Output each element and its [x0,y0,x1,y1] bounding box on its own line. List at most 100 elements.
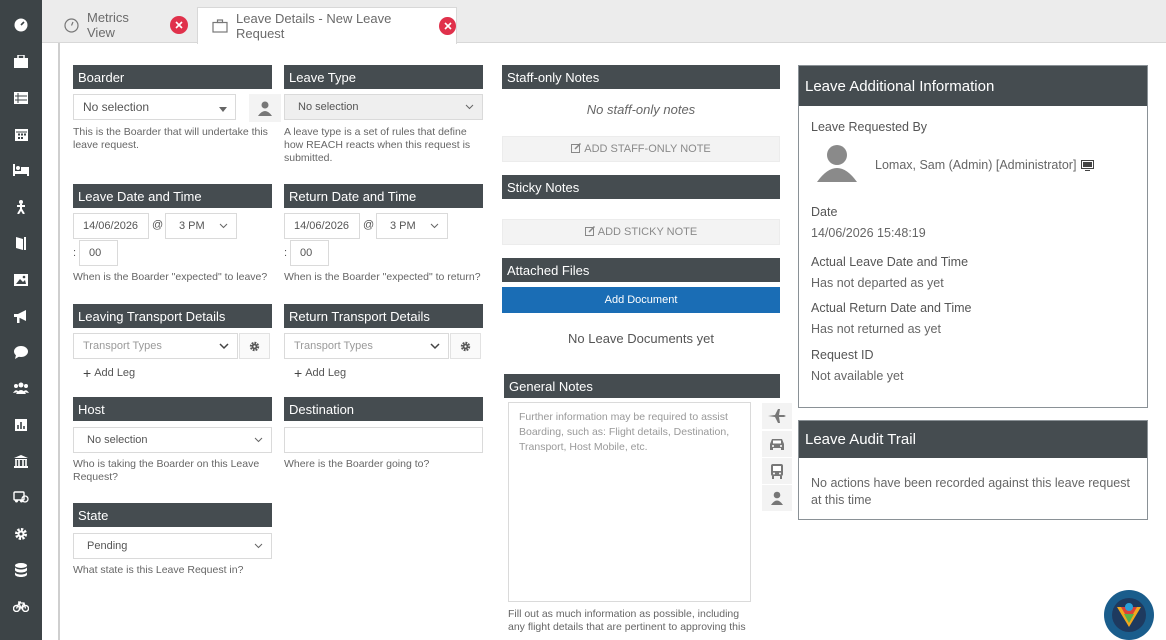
edit-icon [571,142,582,156]
bus-icon [771,463,783,479]
users-icon[interactable] [13,380,29,396]
staff-notes-header: Staff-only Notes [502,65,780,89]
attached-files-header: Attached Files [502,258,780,282]
database-icon[interactable] [13,562,29,578]
colon-label: : [73,247,77,259]
destination-header: Destination [284,397,483,421]
bed-icon[interactable] [13,162,29,178]
plane-icon [768,409,786,423]
leaving-add-leg-link[interactable]: + Add Leg [83,365,135,381]
add-document-button[interactable]: Add Document [502,287,780,313]
user-icon [258,101,272,116]
add-sticky-note-label: ADD STICKY NOTE [597,226,698,238]
host-header: Host [73,397,272,421]
requested-by-name: Lomax, Sam (Admin) [Administrator] [875,158,1077,172]
chat-icon[interactable] [13,344,29,360]
return-transport-select[interactable]: Transport Types [284,333,449,359]
caret-down-icon [219,102,227,116]
person-walking-icon[interactable] [13,199,29,215]
general-notes-textarea[interactable]: Further information may be required to a… [508,402,751,602]
avatar [817,144,857,185]
chevron-down-icon [219,221,228,233]
megaphone-icon[interactable] [13,308,29,324]
sidebar [0,0,42,640]
state-help: What state is this Leave Request in? [73,564,244,576]
table-icon[interactable] [13,90,29,106]
return-add-leg-link[interactable]: + Add Leg [294,365,346,381]
tab-metrics-view[interactable]: Metrics View [42,7,188,43]
colon-label: : [284,247,288,259]
bank-icon[interactable] [13,453,29,469]
requested-by: Lomax, Sam (Admin) [Administrator] [875,158,1095,172]
leave-minute-input[interactable]: 00 [79,240,118,266]
leaving-transport-select[interactable]: Transport Types [73,333,238,359]
bicycle-icon[interactable] [13,598,29,614]
boarder-help: This is the Boarder that will undertake … [73,126,268,151]
plus-icon: + [83,365,92,381]
edit-icon [584,225,595,239]
leaving-transport-settings-button[interactable] [239,333,270,359]
tab-bar: Metrics View Leave Details - New Leave R… [42,0,1166,44]
return-minute-input[interactable]: 00 [290,240,329,266]
audit-trail-panel: Leave Audit Trail No actions have been r… [798,420,1148,520]
general-notes-header: General Notes [504,374,780,398]
transport-icon[interactable] [13,489,29,505]
chevron-down-icon [430,341,440,353]
calendar-icon[interactable] [13,126,29,142]
tab-label: Metrics View [87,10,129,40]
leave-type-header: Leave Type [284,65,483,89]
chart-icon[interactable] [13,417,29,433]
leave-date-input[interactable]: 14/06/2026 [73,213,149,239]
return-transport-settings-button[interactable] [450,333,481,359]
add-staff-note-button[interactable]: ADD STAFF-ONLY NOTE [502,136,780,162]
request-id-label: Request ID [811,348,874,362]
tab-leave-details[interactable]: Leave Details - New Leave Request [197,7,457,44]
chevron-down-icon [430,221,439,233]
sticky-notes-header: Sticky Notes [502,175,780,199]
close-tab-icon[interactable] [439,17,456,35]
host-help: Who is taking the Boarder on this Leave … [73,458,260,483]
briefcase-icon[interactable] [13,53,29,69]
insert-bus-button[interactable] [762,458,792,484]
request-id-value: Not available yet [811,369,904,383]
audit-trail-text: No actions have been recorded against th… [811,476,1130,507]
boarder-select[interactable]: No selection [73,94,236,120]
actual-leave-label: Actual Leave Date and Time [811,255,969,269]
user-button[interactable] [249,94,281,122]
destination-input[interactable] [284,427,483,453]
reach-logo[interactable] [1104,590,1154,640]
chevron-down-icon [465,102,474,114]
insert-host-button[interactable] [762,485,792,511]
state-header: State [73,503,272,527]
add-sticky-note-button[interactable]: ADD STICKY NOTE [502,219,780,245]
plus-icon: + [294,365,303,381]
return-date-help: When is the Boarder "expected" to return… [284,271,481,283]
close-tab-icon[interactable] [170,16,188,34]
gear-icon[interactable] [13,526,29,542]
return-transport-placeholder: Transport Types [294,340,373,352]
staff-notes-empty: No staff-only notes [586,102,696,117]
state-select-value: Pending [87,540,128,552]
audit-trail-header: Leave Audit Trail [799,421,1147,458]
host-select-value: No selection [87,434,148,446]
return-date-input[interactable]: 14/06/2026 [284,213,360,239]
monitor-icon [1081,159,1095,171]
leave-date-header: Leave Date and Time [73,184,272,208]
leave-hour-select[interactable]: 3 PM [165,213,237,239]
dashboard-icon[interactable] [13,17,29,33]
briefcase-outline-icon [212,19,228,33]
actual-leave-value: Has not departed as yet [811,276,944,290]
return-hour-select[interactable]: 3 PM [376,213,448,239]
leave-request-form: Boarder No selection This is the Boarder… [58,43,1166,640]
image-icon[interactable] [13,272,29,288]
host-select[interactable]: No selection [73,427,272,453]
return-hour-value: 3 PM [390,220,416,232]
chevron-down-icon [254,541,263,553]
leave-type-select[interactable]: No selection [284,94,483,120]
state-select[interactable]: Pending [73,533,272,559]
insert-taxi-button[interactable] [762,431,792,457]
insert-flight-button[interactable] [762,403,792,429]
door-icon[interactable] [13,235,29,251]
add-leg-label: Add Leg [305,367,347,379]
boarder-header: Boarder [73,65,272,89]
